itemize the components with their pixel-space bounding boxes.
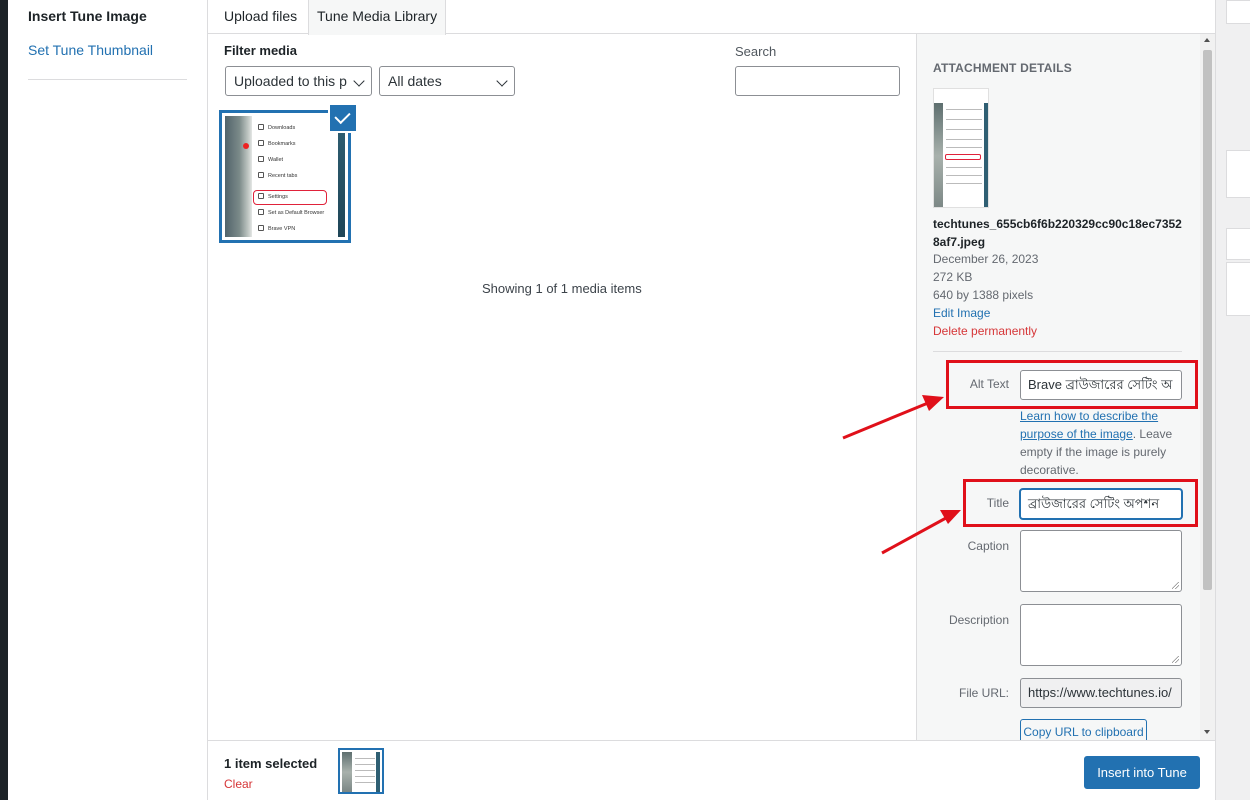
- tab-media-library[interactable]: Tune Media Library: [308, 0, 447, 35]
- bookmark-icon: [258, 140, 264, 146]
- set-thumbnail-link[interactable]: Set Tune Thumbnail: [28, 42, 153, 58]
- wallet-icon: [258, 156, 264, 162]
- search-input[interactable]: [735, 66, 900, 96]
- attachment-details-heading: Attachment Details: [933, 61, 1072, 75]
- settings-highlight: [253, 190, 327, 205]
- title-input[interactable]: ব্রাউজারের সেটিং অপশন: [1020, 489, 1182, 519]
- insert-into-tune-button[interactable]: Insert into Tune: [1084, 756, 1200, 789]
- details-separator: [933, 351, 1182, 352]
- attachment-thumbnail: [933, 88, 989, 208]
- alt-text-help: Learn how to describe the purpose of the…: [1020, 409, 1173, 477]
- attachment-dimensions: 640 by 1388 pixels: [933, 288, 1034, 302]
- clear-selection-link[interactable]: Clear: [224, 777, 253, 791]
- scrollbar-thumb[interactable]: [1203, 50, 1212, 590]
- record-dot-icon: [243, 143, 249, 149]
- file-url-input[interactable]: https://www.techtunes.io/: [1020, 678, 1182, 708]
- backdrop-page: [1215, 0, 1250, 800]
- attachment-date: December 26, 2023: [933, 252, 1039, 266]
- date-filter-select[interactable]: All dates: [379, 66, 515, 96]
- media-type-value: Uploaded to this p: [234, 73, 347, 89]
- resize-handle-icon[interactable]: [1172, 656, 1179, 663]
- media-type-select[interactable]: Uploaded to this p: [225, 66, 372, 96]
- thumbnail-menu-card: Downloads Bookmarks Wallet Recent tabs S…: [252, 116, 343, 237]
- caption-textarea[interactable]: [1020, 530, 1182, 592]
- edit-image-link[interactable]: Edit Image: [933, 306, 990, 320]
- file-url-label: File URL:: [958, 686, 1009, 700]
- menu-title[interactable]: Insert Tune Image: [28, 8, 147, 24]
- filter-media-label: Filter media: [224, 43, 297, 58]
- caption-label: Caption: [967, 539, 1009, 553]
- date-filter-value: All dates: [388, 73, 442, 89]
- selection-thumbnail[interactable]: [338, 748, 384, 794]
- scroll-down-icon[interactable]: [1204, 730, 1210, 734]
- admin-sidebar-edge: [0, 0, 8, 800]
- selection-count: 1 item selected: [224, 756, 318, 771]
- vpn-icon: [258, 225, 264, 231]
- tab-upload-files[interactable]: Upload files: [216, 0, 305, 34]
- description-textarea[interactable]: [1020, 604, 1182, 666]
- attachment-filename: techtunes_655cb6f6b220329cc90c18ec73528a…: [933, 217, 1182, 249]
- scroll-up-icon[interactable]: [1204, 38, 1210, 42]
- search-label: Search: [735, 44, 777, 59]
- media-item-tile[interactable]: Downloads Bookmarks Wallet Recent tabs S…: [219, 105, 356, 243]
- alt-text-input[interactable]: Brave ব্রাউজারের সেটিং অ: [1020, 370, 1182, 400]
- alt-text-label: Alt Text: [969, 377, 1009, 391]
- tabs-icon: [258, 172, 264, 178]
- media-modal-menu: Insert Tune Image Set Tune Thumbnail: [8, 0, 208, 800]
- resize-handle-icon[interactable]: [1172, 582, 1179, 589]
- attachment-filesize: 272 KB: [933, 270, 973, 284]
- media-item-thumbnail: Downloads Bookmarks Wallet Recent tabs S…: [225, 116, 345, 237]
- menu-separator: [28, 79, 187, 80]
- browser-icon: [258, 209, 264, 215]
- delete-permanently-link[interactable]: Delete permanently: [933, 324, 1037, 338]
- media-count-text: Showing 1 of 1 media items: [482, 281, 642, 296]
- selected-check-icon[interactable]: [330, 105, 356, 131]
- chevron-down-icon: [496, 75, 508, 87]
- title-label: Title: [986, 496, 1009, 510]
- download-icon: [258, 124, 264, 130]
- media-router-tabs: Upload files Tune Media Library: [208, 0, 1215, 35]
- sidebar-scrollbar[interactable]: [1200, 34, 1215, 740]
- chevron-down-icon: [353, 75, 365, 87]
- description-label: Description: [948, 613, 1009, 627]
